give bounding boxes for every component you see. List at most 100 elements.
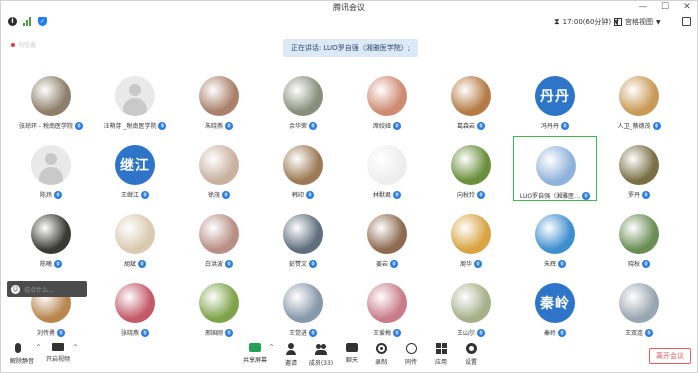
avatar — [115, 76, 155, 116]
participant-tile[interactable]: 朱晓燕 ɸ — [177, 67, 261, 132]
participant-tile[interactable]: 徐茂 ɸ — [177, 136, 261, 201]
participant-tile[interactable]: 朱辉 ɸ — [513, 205, 597, 270]
participant-name-row: 韩印 ɸ — [261, 190, 345, 199]
participant-tile[interactable]: 张晓燕 ɸ — [93, 274, 177, 339]
maximize-button[interactable]: ☐ — [660, 2, 670, 12]
participant-tile[interactable]: LUO罗自强（湘雅医… ɸ — [513, 136, 597, 201]
avatar — [619, 76, 659, 116]
muted-mic-icon: ɸ — [645, 328, 653, 337]
leave-meeting-button[interactable]: 离开会议 — [649, 348, 691, 364]
shield-icon[interactable]: ✓ — [38, 17, 47, 26]
close-button[interactable]: ✕ — [682, 2, 692, 12]
participant-tile[interactable]: 余华荣 ɸ — [261, 67, 345, 132]
participant-tile[interactable]: 林默君 ɸ — [345, 136, 429, 201]
participant-name-row: 罗丹 ɸ — [597, 190, 681, 199]
participant-name: 胡斌 — [123, 261, 136, 268]
speaking-indicator: 正在讲话: LUO罗自强（湘雅医学院）; — [283, 39, 418, 57]
participant-tile[interactable]: 继江 王继江 ɸ — [93, 136, 177, 201]
signal-icon[interactable] — [23, 17, 32, 26]
participant-tile[interactable]: 葛森岩 ɸ — [429, 67, 513, 132]
participant-name: 陈炜 — [39, 192, 52, 199]
participant-name-row: 胡斌 ɸ — [93, 259, 177, 268]
participant-tile[interactable]: 丹丹冯丹丹 ɸ — [513, 67, 597, 132]
participant-name-row: LUO罗自强（湘雅医… ɸ — [514, 191, 596, 200]
participant-tile[interactable]: 彭赞文 ɸ — [261, 205, 345, 270]
participant-tile[interactable]: 胡斌 ɸ — [93, 205, 177, 270]
participant-tile[interactable]: 汪萌芽 _税南医学院 ɸ — [93, 67, 177, 132]
local-user-name: 刘佳鑫 — [18, 42, 37, 49]
muted-mic-icon: ɸ — [309, 328, 317, 337]
share-screen-button[interactable]: 共享屏幕 — [238, 343, 272, 364]
avatar — [31, 76, 71, 116]
participant-name: 汪萌芽 _税南医学院 — [103, 123, 157, 130]
avatar — [115, 283, 155, 323]
invite-button[interactable]: 邀请 — [274, 343, 308, 367]
participant-name-row: 王觉进 ɸ — [261, 328, 345, 337]
participant-tile[interactable]: 王山尔 ɸ — [429, 274, 513, 339]
mute-button[interactable]: 解除静音 — [5, 343, 39, 365]
share-label: 共享屏幕 — [242, 357, 267, 364]
participant-tile[interactable]: 罗丹 ɸ — [597, 136, 681, 201]
record-button[interactable]: 录制 — [364, 343, 398, 366]
avatar: 丹丹 — [535, 76, 575, 116]
participant-tile[interactable]: 席姣娅 ɸ — [345, 67, 429, 132]
video-options-chevron-icon[interactable]: ^ — [73, 344, 78, 351]
participant-tile[interactable]: 姜岩 ɸ — [345, 205, 429, 270]
avatar — [619, 283, 659, 323]
muted-mic-icon: ɸ — [652, 121, 661, 130]
members-button[interactable]: 成员(33) — [304, 343, 338, 367]
quick-chat-input[interactable]: ☺ 说点什么... — [7, 281, 87, 297]
participant-tile[interactable]: 向秋玲 ɸ — [429, 136, 513, 201]
participant-tile[interactable]: 王双连 ɸ — [597, 274, 681, 339]
interpretation-button[interactable]: 同传 — [394, 343, 428, 366]
participant-name-row: 汪萌芽 _税南医学院 ɸ — [93, 121, 177, 130]
participant-tile[interactable]: 人卫_蔡德茂 ɸ — [597, 67, 681, 132]
meeting-timer[interactable]: ⧗ 17:00(60分钟) ▼ — [554, 17, 619, 27]
participant-name: 张晓燕 — [120, 330, 139, 337]
microphone-icon — [15, 343, 21, 353]
participant-tile[interactable]: 白洪波 ɸ — [177, 205, 261, 270]
hourglass-icon: ⧗ — [554, 17, 560, 26]
avatar — [367, 214, 407, 254]
settings-label: 设置 — [464, 359, 477, 366]
participant-name-row: 陈曦 ɸ — [9, 259, 93, 268]
muted-mic-icon: ɸ — [393, 121, 401, 130]
muted-mic-icon: ɸ — [642, 190, 650, 199]
participant-tile[interactable]: 陈曦 ɸ — [9, 205, 93, 270]
participant-name-row: 向秋玲 ɸ — [429, 190, 513, 199]
gear-icon — [465, 343, 477, 354]
view-switch-button[interactable]: 宫格视图 ▼ — [614, 17, 661, 27]
participant-name: 向秋玲 — [456, 192, 475, 199]
participant-tile[interactable]: 陈炜 ɸ — [9, 136, 93, 201]
participant-name: 秦岭 — [543, 330, 556, 337]
settings-button[interactable]: 设置 — [454, 343, 488, 366]
avatar — [283, 76, 323, 116]
participant-tile[interactable]: 韩印 ɸ — [261, 136, 345, 201]
participant-tile[interactable]: 周华 ɸ — [429, 205, 513, 270]
muted-mic-icon: ɸ — [141, 190, 149, 199]
participant-name-row: 张晓燕 ɸ — [93, 328, 177, 337]
participant-tile[interactable]: 王爱梅 ɸ — [345, 274, 429, 339]
video-button[interactable]: 开启视频 — [41, 343, 75, 363]
participant-tile[interactable]: 晓秋 ɸ — [597, 205, 681, 270]
apps-button[interactable]: 应用 — [424, 343, 458, 366]
participant-name-row: 席姣娅 ɸ — [345, 121, 429, 130]
share-screen-icon — [249, 343, 261, 352]
participant-tile[interactable]: 张琼环 - 税南医学院 ɸ — [9, 67, 93, 132]
participant-name: 张琼环 - 税南医学院 — [19, 123, 73, 130]
participant-name-row: 姜岩 ɸ — [345, 259, 429, 268]
participant-name-row: 刘传勇 ɸ — [9, 328, 93, 337]
info-icon[interactable]: i — [8, 17, 17, 26]
muted-mic-icon: ɸ — [393, 328, 401, 337]
muted-mic-icon: ɸ — [477, 190, 485, 199]
interpretation-icon — [405, 343, 417, 354]
minimize-button[interactable]: — — [638, 2, 648, 12]
emoji-icon[interactable]: ☺ — [11, 284, 20, 294]
participant-name: 席姣娅 — [372, 123, 391, 130]
fullscreen-icon[interactable] — [682, 17, 691, 26]
participant-tile[interactable]: 王觉进 ɸ — [261, 274, 345, 339]
record-label: 录制 — [374, 359, 387, 366]
participant-tile[interactable]: 邢国刚 ɸ — [177, 274, 261, 339]
participant-name-row: 冯丹丹 ɸ — [513, 121, 597, 130]
participant-tile[interactable]: 秦岭 秦岭 ɸ — [513, 274, 597, 339]
